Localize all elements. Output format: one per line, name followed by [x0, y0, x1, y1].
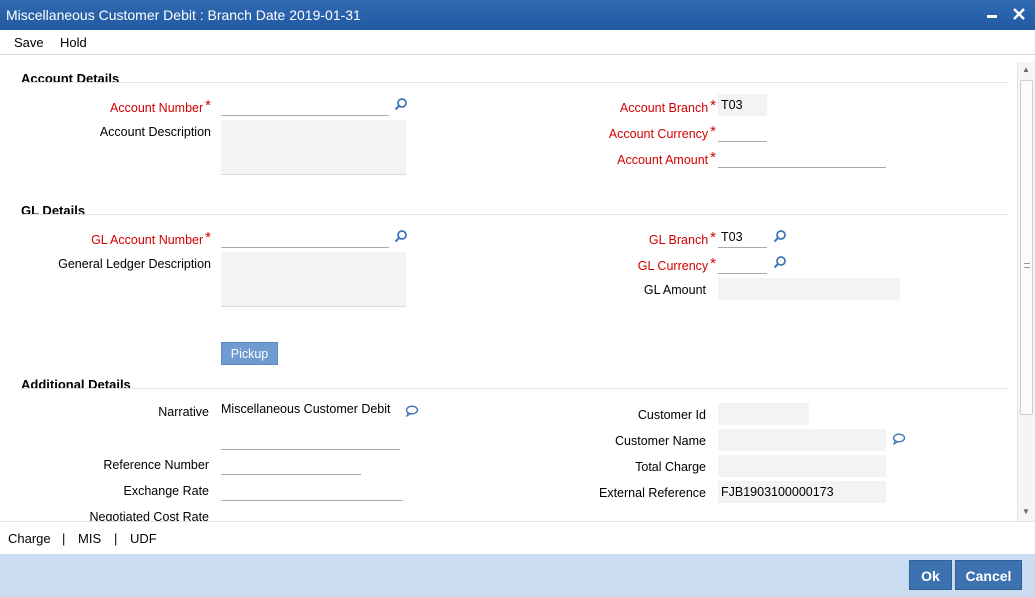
- subsystem-tabs: Charge | MIS | UDF: [0, 521, 1035, 554]
- gl-currency-input[interactable]: [718, 252, 767, 274]
- gl-currency-label: GL Currency *: [637, 255, 716, 273]
- account-branch-field: T03: [718, 94, 767, 116]
- scroll-down-icon[interactable]: ▼: [1022, 507, 1030, 516]
- save-button[interactable]: Save: [14, 35, 44, 50]
- narrative-value: Miscellaneous Customer Debit: [221, 402, 391, 416]
- close-icon[interactable]: [1009, 4, 1029, 24]
- form-content: Account Details Account Number * Account …: [0, 55, 1017, 521]
- gl-branch-label: GL Branch *: [648, 229, 716, 247]
- account-description-label: Account Description: [99, 125, 211, 139]
- speech-bubble-icon[interactable]: [892, 433, 906, 446]
- gl-description-label: General Ledger Description: [58, 257, 211, 271]
- account-amount-input[interactable]: [718, 146, 886, 168]
- cancel-button[interactable]: Cancel: [955, 560, 1022, 590]
- total-charge-label: Total Charge: [635, 460, 706, 474]
- pickup-button[interactable]: Pickup: [221, 342, 278, 365]
- divider: [21, 214, 1008, 215]
- speech-bubble-icon[interactable]: [405, 405, 419, 418]
- account-currency-input[interactable]: [718, 120, 767, 142]
- gl-amount-field: [718, 278, 900, 300]
- divider: [21, 82, 1008, 83]
- account-amount-label: Account Amount *: [617, 149, 716, 167]
- customer-id-label: Customer Id: [637, 408, 706, 422]
- gl-account-number-label: GL Account Number *: [91, 229, 211, 247]
- reference-number-input[interactable]: [221, 453, 361, 475]
- gl-branch-input[interactable]: T03: [718, 226, 767, 248]
- hold-button[interactable]: Hold: [60, 35, 87, 50]
- gl-amount-label: GL Amount: [643, 283, 706, 297]
- search-icon[interactable]: [394, 229, 408, 243]
- tab-separator: |: [62, 531, 66, 546]
- grip-icon: [1024, 263, 1030, 268]
- account-number-input[interactable]: [221, 94, 389, 116]
- exchange-rate-label: Exchange Rate: [123, 484, 209, 498]
- account-description-textarea[interactable]: [221, 120, 406, 175]
- exchange-rate-input[interactable]: [221, 479, 403, 501]
- search-icon[interactable]: [773, 255, 787, 269]
- customer-id-field: [718, 403, 809, 425]
- external-reference-field: FJB1903100000173: [718, 481, 886, 503]
- customer-name-field: [718, 429, 886, 451]
- footer-bar: Ok Cancel: [0, 554, 1035, 597]
- gl-account-number-input[interactable]: [221, 226, 389, 248]
- vertical-scrollbar[interactable]: ▲ ▼: [1017, 62, 1035, 521]
- minimize-icon[interactable]: [982, 4, 1002, 24]
- total-charge-field: [718, 455, 886, 477]
- ok-button[interactable]: Ok: [909, 560, 952, 590]
- external-reference-label: External Reference: [598, 486, 706, 500]
- narrative-input[interactable]: [221, 428, 400, 450]
- title-bar: Miscellaneous Customer Debit : Branch Da…: [0, 0, 1035, 30]
- reference-number-label: Reference Number: [103, 458, 209, 472]
- tab-charge[interactable]: Charge: [8, 531, 51, 546]
- tab-separator: |: [114, 531, 118, 546]
- account-branch-label: Account Branch *: [619, 97, 716, 115]
- account-details-heading: Account Details: [21, 71, 120, 86]
- scroll-up-icon[interactable]: ▲: [1022, 65, 1030, 74]
- narrative-label: Narrative: [158, 405, 209, 419]
- additional-details-heading: Additional Details: [21, 377, 131, 392]
- tab-mis[interactable]: MIS: [78, 531, 101, 546]
- gl-details-heading: GL Details: [21, 203, 86, 218]
- customer-name-label: Customer Name: [615, 434, 706, 448]
- scrollbar-thumb[interactable]: [1020, 80, 1033, 415]
- toolbar: Save Hold: [0, 30, 1035, 55]
- negotiated-cost-rate-label: Negotiated Cost Rate: [89, 510, 209, 521]
- window-title: Miscellaneous Customer Debit : Branch Da…: [6, 7, 361, 23]
- gl-description-textarea[interactable]: [221, 252, 406, 307]
- search-icon[interactable]: [773, 229, 787, 243]
- tab-udf[interactable]: UDF: [130, 531, 157, 546]
- account-currency-label: Account Currency *: [608, 123, 716, 141]
- search-icon[interactable]: [394, 97, 408, 111]
- account-number-label: Account Number *: [110, 97, 211, 115]
- divider: [21, 388, 1008, 389]
